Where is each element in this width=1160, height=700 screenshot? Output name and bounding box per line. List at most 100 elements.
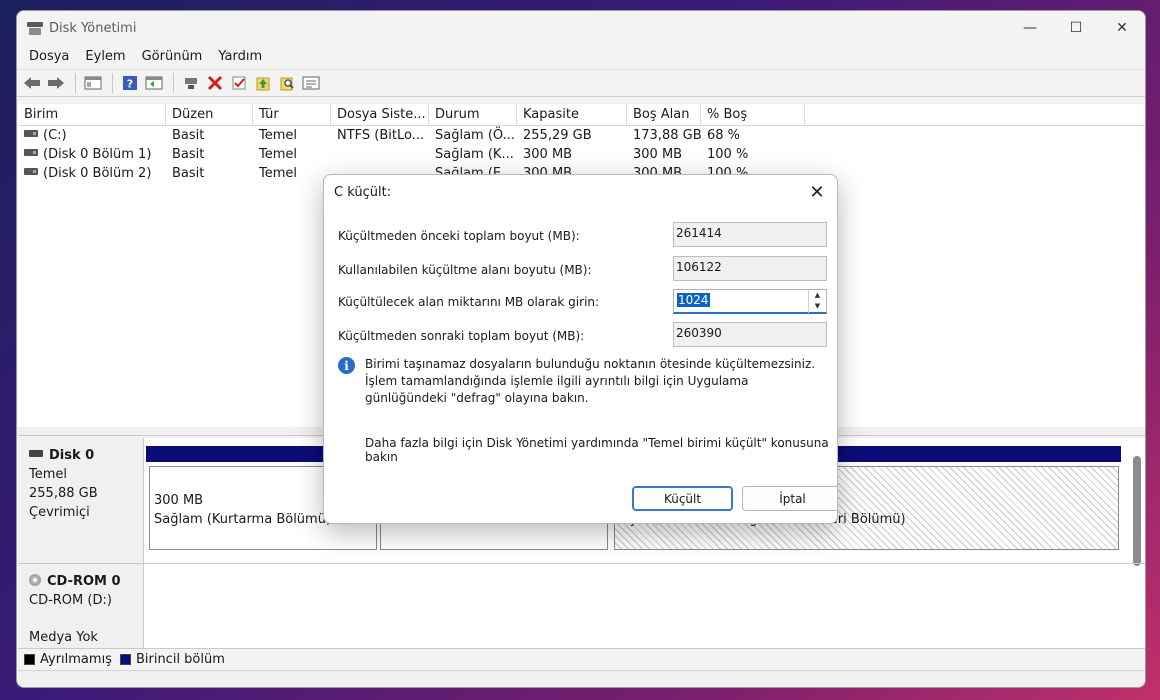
label-total-before: Küçültmeden önceki toplam boyut (MB): [338,229,580,243]
shrink-amount-value: 1024 [677,293,710,307]
legend: Ayrılmamış Birincil bölüm [18,648,1145,670]
toolbar-separator [112,73,113,93]
help-text: Daha fazla bilgi için Disk Yönetimi yard… [365,436,829,464]
cdrom-name: CD-ROM 0 [47,574,121,589]
value-available-shrink: 106122 [673,256,827,281]
up-icon[interactable] [252,72,274,94]
legend-primary: Birincil bölüm [135,652,225,667]
cell-birim: (Disk 0 Bölüm 1) [18,145,166,164]
console-tree-icon[interactable] [82,72,104,94]
column-durum[interactable]: Durum [429,104,517,125]
drive-icon [24,130,38,137]
menu-yardim[interactable]: Yardım [210,45,270,69]
cancel-button[interactable]: İptal [742,486,837,511]
shrink-amount-spinner[interactable]: ▲ ▼ [808,290,826,313]
disk-size: 255,88 GB [29,486,98,501]
hard-disk-icon [29,450,43,457]
column-tur[interactable]: Tür [253,104,331,125]
cdrom-media: Medya Yok [29,630,98,645]
disk-status: Çevrimiçi [29,505,90,520]
volume-name: (Disk 0 Bölüm 1) [43,147,152,162]
cell-durum: Sağlam (Ö... [435,128,516,143]
cell-duzen: Basit [172,166,205,181]
cdrom-drive: CD-ROM (D:) [29,593,112,608]
delete-icon[interactable] [204,72,226,94]
cell-birim: (Disk 0 Bölüm 2) [18,164,166,183]
help-icon[interactable]: ? [119,72,141,94]
disk0-label[interactable]: Disk 0 Temel 255,88 GB Çevrimiçi [18,438,144,563]
menu-gorunum[interactable]: Görünüm [134,45,211,69]
check-icon[interactable] [228,72,250,94]
cell-duzen: Basit [172,128,205,143]
label-available-shrink: Kullanılabilen küçültme alanı boyutu (MB… [338,263,592,277]
dialog-close-icon[interactable]: ✕ [797,175,837,209]
drive-icon [24,149,38,156]
shrink-dialog: C küçült: ✕ Küçültmeden önceki toplam bo… [323,174,838,524]
info-icon: i [338,357,355,374]
volume-name: (C:) [43,128,67,143]
cell-kapasite: 255,29 GB [523,128,592,143]
find-icon[interactable] [276,72,298,94]
back-icon[interactable] [21,72,43,94]
cell-dosya-sistemi [331,145,429,164]
legend-swatch-primary [119,654,131,665]
dialog-title-bar: C küçült: ✕ [324,175,837,209]
toolbar-separator [173,73,174,93]
shrink-amount-input[interactable]: 1024 ▲ ▼ [673,289,827,314]
disk-type: Temel [29,467,68,482]
list-icon[interactable] [300,72,322,94]
menu-bar: Dosya Eylem Görünüm Yardım [17,45,1145,69]
menu-dosya[interactable]: Dosya [21,45,77,69]
cdrom0-label[interactable]: CD-ROM 0 CD-ROM (D:) Medya Yok [18,564,144,649]
connect-icon[interactable] [180,72,202,94]
menu-eylem[interactable]: Eylem [77,45,133,69]
label-shrink-amount: Küçültülecek alan miktarını MB olarak gi… [338,295,600,309]
column-kapasite[interactable]: Kapasite [517,104,627,125]
value-total-before: 261414 [673,222,827,247]
cell-tur: Temel [259,166,298,181]
cd-rom-icon [29,574,41,586]
status-bar [18,670,1145,687]
legend-unallocated: Ayrılmamış [40,652,112,667]
cell-bos-alan: 173,88 GB [633,128,701,143]
toolbar-separator [75,73,76,93]
dialog-title: C küçült: [334,184,392,200]
vertical-scrollbar[interactable] [1133,456,1141,566]
cell-duzen: Basit [172,147,205,162]
column-yuzde-bos[interactable]: % Boş [701,104,805,125]
cell-durum: Sağlam (K... [435,147,514,162]
value-total-after: 260390 [673,322,827,347]
volume-list-header: Birim Düzen Tür Dosya Siste... Durum Kap… [18,104,1145,126]
column-birim[interactable]: Birim [18,104,166,125]
title-bar: Disk Yönetimi — ☐ ✕ [17,11,1145,45]
cell-dosya-sistemi: NTFS (BitLo... [337,128,425,143]
column-bos-alan[interactable]: Boş Alan [627,104,701,125]
maximize-button[interactable]: ☐ [1053,11,1099,45]
disk-management-icon [27,20,43,36]
toolbar: ? [17,69,1145,97]
cell-tur: Temel [259,128,298,143]
column-dosya-sistemi[interactable]: Dosya Siste... [331,104,429,125]
cell-yuzde-bos: 100 % [707,147,749,162]
cell-yuzde-bos: 68 % [707,128,741,143]
cell-bos-alan: 300 MB [633,147,683,162]
cell-tur: Temel [259,147,298,162]
info-text: Birimi taşınamaz dosyaların bulunduğu no… [365,357,816,405]
spin-up-icon[interactable]: ▲ [809,290,826,301]
legend-swatch-unallocated [24,654,35,665]
column-duzen[interactable]: Düzen [166,104,253,125]
volume-name: (Disk 0 Bölüm 2) [43,166,152,181]
svg-text:?: ? [127,78,133,91]
properties-icon[interactable] [143,72,165,94]
forward-icon[interactable] [45,72,67,94]
table-row[interactable]: (C:) Basit Temel NTFS (BitLo... Sağlam (… [18,126,1145,145]
disk-name: Disk 0 [49,448,95,463]
window-title: Disk Yönetimi [49,20,137,36]
shrink-button[interactable]: Küçült [632,486,733,511]
spin-down-icon[interactable]: ▼ [809,301,826,312]
label-total-after: Küçültmeden sonraki toplam boyut (MB): [338,329,585,343]
cdrom-row: CD-ROM 0 CD-ROM (D:) Medya Yok [18,563,1145,649]
minimize-button[interactable]: — [1007,11,1053,45]
table-row[interactable]: (Disk 0 Bölüm 1) Basit Temel Sağlam (K..… [18,145,1145,164]
close-button[interactable]: ✕ [1099,11,1145,45]
